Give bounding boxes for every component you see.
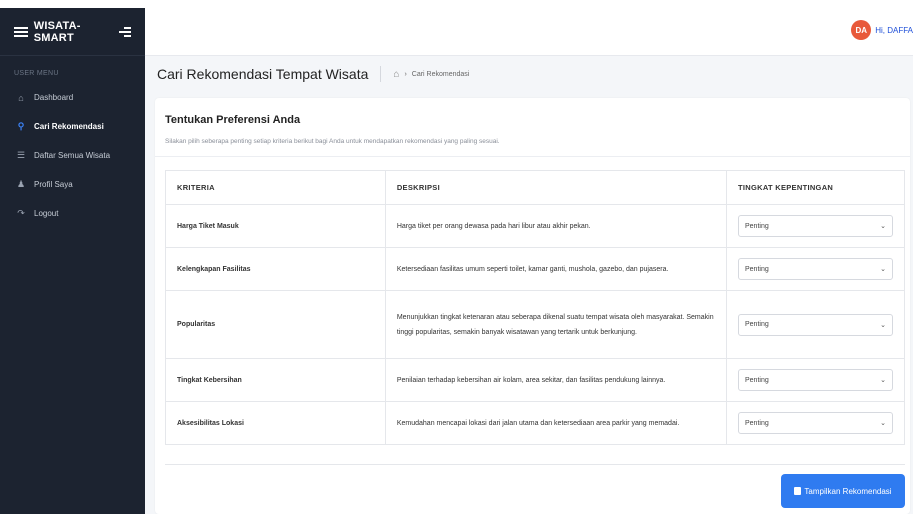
criteria-description: Menunjukkan tingkat ketenaran atau seber… [384,290,727,359]
importance-cell: Penting ⌄ [725,401,906,445]
preference-card: Tentukan Preferensi Anda Silakan pilih s… [155,98,910,514]
chevron-down-icon: ⌄ [880,223,886,230]
importance-select[interactable]: Penting ⌄ [737,313,893,336]
menu-icon [14,26,28,37]
criteria-name: Tingkat Kebersihan [165,358,386,402]
importance-value: Penting [744,222,769,230]
table-row: Aksesibilitas Lokasi Kemudahan mencapai … [165,401,906,445]
importance-cell: Penting ⌄ [725,204,906,248]
criteria-name: Popularitas [165,290,386,359]
importance-select[interactable]: Penting ⌄ [737,258,893,280]
show-recommendation-button[interactable]: Tampilkan Rekomendasi [781,474,905,508]
user-greeting[interactable]: Hi, DAFFA [875,26,913,35]
sidebar-item-profil[interactable]: ♟ Profil Saya [0,170,145,199]
chevron-down-icon: ⌄ [880,321,886,329]
logout-icon: ↷ [17,208,25,218]
criteria-name: Harga Tiket Masuk [165,204,386,248]
sidebar-item-label: Daftar Semua Wisata [34,151,111,160]
top-strip [0,0,913,8]
column-header-kriteria: KRITERIA [165,170,386,205]
importance-cell: Penting ⌄ [725,247,906,291]
criteria-description: Ketersediaan fasilitas umum seperti toil… [384,247,727,291]
importance-select[interactable]: Penting ⌄ [737,412,893,434]
breadcrumb-current: Cari Rekomendasi [411,70,470,78]
sidebar-item-logout[interactable]: ↷ Logout [0,199,145,228]
importance-cell: Penting ⌄ [725,358,906,402]
sidebar-item-dashboard[interactable]: ⌂ Dashboard [0,83,145,112]
title-separator [380,66,382,82]
column-header-deskripsi: DESKRIPSI [384,170,727,205]
sidebar-toggle-icon[interactable] [119,26,131,37]
brand: WISATA-SMART [0,8,145,56]
page-title: Cari Rekomendasi Tempat Wisata [157,66,369,82]
card-title: Tentukan Preferensi Anda [165,114,301,126]
table-row: Tingkat Kebersihan Penilaian terhadap ke… [165,358,906,402]
list-icon: ☰ [16,150,26,160]
breadcrumb: ⌂ › Cari Rekomendasi [393,69,469,80]
criteria-description: Penilaian terhadap kebersihan air kolam,… [384,358,727,402]
page-title-bar: Cari Rekomendasi Tempat Wisata ⌂ › Cari … [145,56,913,92]
importance-value: Penting [744,321,769,328]
card-divider [155,156,910,157]
importance-cell: Penting ⌄ [725,290,906,359]
top-header: DA Hi, DAFFA [145,8,913,56]
user-menu[interactable]: DA Hi, DAFFA [851,20,913,40]
users-icon: ♟ [16,179,26,189]
calculator-icon [794,487,802,495]
search-icon: ⚲ [17,121,25,131]
table-row: Kelengkapan Fasilitas Ketersediaan fasil… [165,247,906,291]
table-row: Popularitas Menunjukkan tingkat ketenara… [165,290,906,359]
importance-value: Penting [744,265,769,273]
sidebar-section-label: USER MENU [14,70,59,77]
column-header-tingkat: TINGKAT KEPENTINGAN [725,170,906,205]
criteria-description: Harga tiket per orang dewasa pada hari l… [384,204,727,248]
sidebar-item-daftar-wisata[interactable]: ☰ Daftar Semua Wisata [0,141,145,170]
importance-select[interactable]: Penting ⌄ [737,369,893,391]
avatar[interactable]: DA [851,20,872,40]
home-icon: ⌂ [18,92,24,103]
criteria-name: Kelengkapan Fasilitas [165,247,386,291]
sidebar-item-label: Logout [34,209,59,218]
submit-label: Tampilkan Rekomendasi [804,486,892,496]
home-icon[interactable]: ⌂ [393,69,399,80]
chevron-right-icon: › [404,70,407,78]
criteria-name: Aksesibilitas Lokasi [165,401,386,445]
criteria-table: KRITERIA DESKRIPSI TINGKAT KEPENTINGAN H… [165,170,906,445]
importance-value: Penting [744,376,769,384]
chevron-down-icon: ⌄ [880,377,886,384]
importance-value: Penting [744,419,769,427]
table-row: Harga Tiket Masuk Harga tiket per orang … [165,204,906,248]
card-subtitle: Silakan pilih seberapa penting setiap kr… [165,138,500,145]
chevron-down-icon: ⌄ [880,420,886,427]
criteria-description: Kemudahan mencapai lokasi dari jalan uta… [384,401,727,445]
card-footer-divider [165,464,905,465]
importance-select[interactable]: Penting ⌄ [737,215,893,237]
sidebar-item-label: Dashboard [34,93,74,102]
sidebar: WISATA-SMART USER MENU ⌂ Dashboard ⚲ Car… [0,8,145,514]
chevron-down-icon: ⌄ [880,266,886,273]
brand-name: WISATA-SMART [33,19,81,44]
sidebar-item-label: Cari Rekomendasi [34,122,104,131]
sidebar-item-cari-rekomendasi[interactable]: ⚲ Cari Rekomendasi [0,112,145,141]
sidebar-item-label: Profil Saya [34,180,73,189]
